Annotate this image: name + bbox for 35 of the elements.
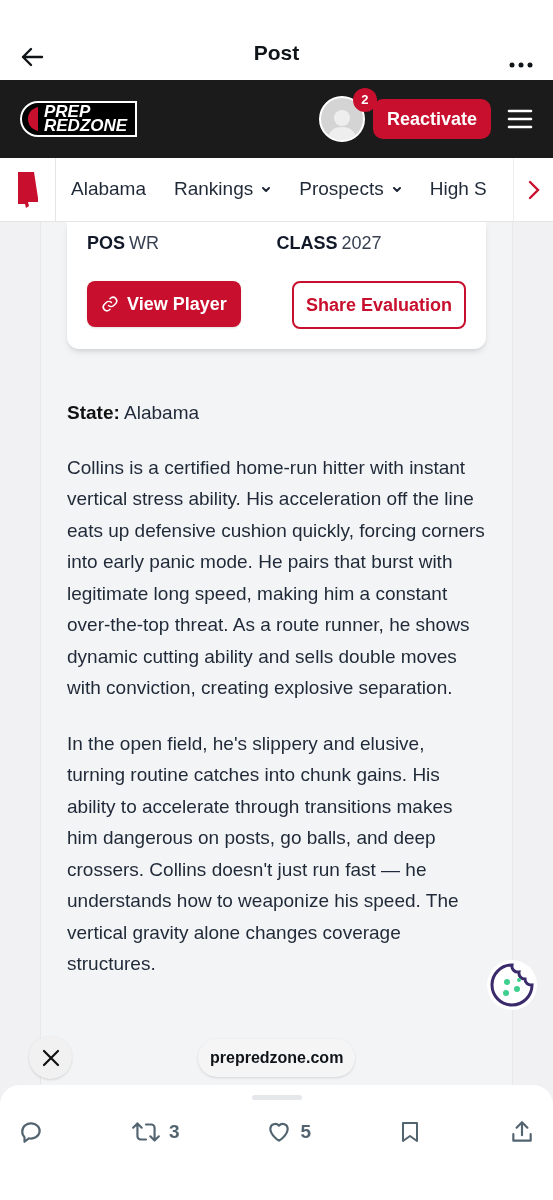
field-value: WR bbox=[129, 232, 159, 255]
menu-icon[interactable] bbox=[507, 109, 533, 129]
close-icon bbox=[41, 1048, 60, 1067]
article-paragraph: Collins is a certified home-run hitter with instant vertical stress ability. His acceleration off the line eats up defensive cushion quickly, forcing corners into early panic mode. He pairs that burst with legitimate long speed, making him a constant over-the-top threat. As a route runner, he shows dynamic cutting ability and sells double moves with conviction, creating explosive separation. bbox=[67, 455, 486, 700]
article-paragraph: In the open field, he's slippery and elusive, turning routine catches into chunk gains. His ability to accelerate through transitions makes him dangerous on posts, go balls, and deep crossers. Collins doesn't just run fast — he understands how to weaponize his speed. The vertical gravity alone changes coverage structures. bbox=[67, 731, 460, 976]
reactivate-button[interactable]: Reactivate bbox=[372, 99, 491, 139]
logo-text: PREP bbox=[44, 105, 91, 119]
chevron-right-icon[interactable] bbox=[527, 179, 540, 200]
action-count: 3 bbox=[168, 1120, 180, 1144]
more-icon[interactable] bbox=[509, 62, 533, 68]
back-arrow-icon[interactable] bbox=[20, 46, 44, 68]
state-map-icon[interactable] bbox=[15, 169, 40, 210]
cookie-button[interactable] bbox=[487, 960, 537, 1010]
nav-item[interactable]: Prospects bbox=[299, 175, 402, 204]
link-icon bbox=[101, 295, 119, 313]
post-title: Post bbox=[253, 39, 300, 66]
action-count: 5 bbox=[300, 1120, 312, 1144]
logo-text: REDZONE bbox=[44, 119, 128, 133]
reply-icon[interactable] bbox=[18, 1119, 44, 1146]
view-player-button[interactable]: View Player bbox=[87, 281, 241, 327]
share-evaluation-button[interactable]: Share Evaluation bbox=[291, 281, 466, 329]
notification-badge: 2 bbox=[352, 88, 377, 112]
field-value: 2027 bbox=[341, 232, 382, 255]
nav-item[interactable]: Rankings bbox=[174, 175, 272, 204]
url-pill[interactable]: prepredzone.com bbox=[198, 1039, 356, 1077]
state-line: State: Alabama bbox=[67, 401, 201, 425]
caret-icon bbox=[391, 186, 402, 193]
cookie-icon bbox=[489, 962, 535, 1008]
caret-icon bbox=[261, 186, 272, 193]
drag-handle[interactable] bbox=[251, 1095, 302, 1100]
nav-item[interactable]: Alabama bbox=[71, 175, 146, 204]
nav-item[interactable]: High S bbox=[429, 175, 487, 204]
field-label: POS bbox=[87, 232, 125, 255]
field-label: CLASS bbox=[276, 232, 338, 255]
site-logo[interactable]: PREP REDZONE bbox=[20, 101, 138, 137]
